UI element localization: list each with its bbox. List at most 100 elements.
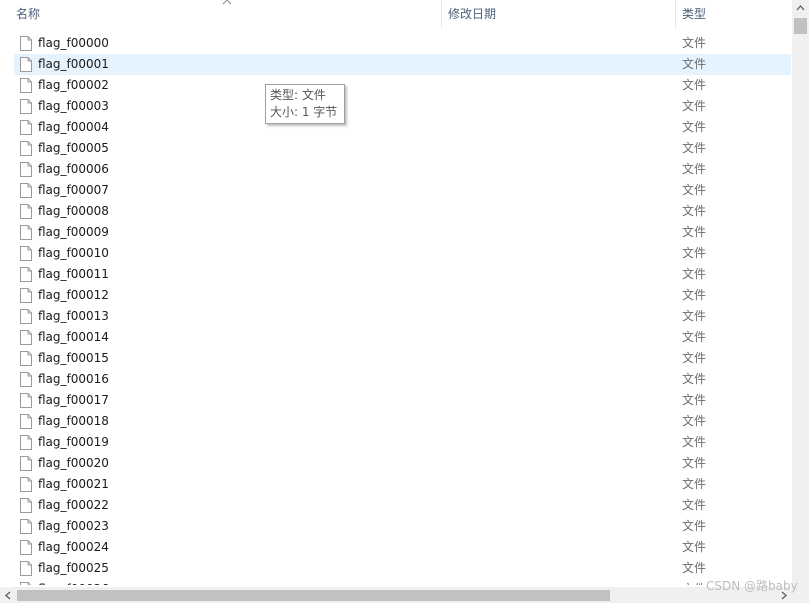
file-type: 文件	[682, 540, 707, 554]
file-tooltip: 类型: 文件 大小: 1 字节	[265, 84, 345, 124]
file-name: flag_f00003	[38, 99, 109, 113]
file-name: flag_f00009	[38, 225, 109, 239]
vertical-scrollbar[interactable]	[792, 0, 809, 587]
column-header-name-label: 名称	[16, 7, 41, 21]
file-row[interactable]: flag_f00005 文件	[14, 138, 791, 159]
scroll-left-arrow-icon[interactable]	[4, 591, 12, 600]
watermark: CSDN @路baby	[706, 579, 798, 593]
file-name: flag_f00019	[38, 435, 109, 449]
tooltip-type-line: 类型: 文件	[270, 88, 326, 102]
file-type: 文件	[682, 183, 707, 197]
column-header-type[interactable]: 类型	[675, 0, 792, 28]
file-icon	[20, 456, 32, 471]
file-row[interactable]: flag_f00001 文件	[14, 54, 791, 75]
file-icon	[20, 141, 32, 156]
file-icon	[20, 351, 32, 366]
file-icon	[20, 561, 32, 576]
file-row[interactable]: flag_f00003 文件	[14, 96, 791, 117]
file-type: 文件	[682, 519, 707, 533]
file-icon	[20, 540, 32, 555]
file-type: 文件	[682, 456, 707, 470]
file-type: 文件	[682, 141, 707, 155]
file-type: 文件	[682, 372, 707, 386]
vertical-scroll-thumb[interactable]	[794, 18, 807, 34]
file-row[interactable]: flag_f00000 文件	[14, 33, 791, 54]
file-name: flag_f00002	[38, 78, 109, 92]
file-name: flag_f00020	[38, 456, 109, 470]
file-icon	[20, 393, 32, 408]
file-row[interactable]: flag_f00013 文件	[14, 306, 791, 327]
file-type: 文件	[682, 414, 707, 428]
file-row[interactable]: flag_f00018 文件	[14, 411, 791, 432]
tooltip-size-line: 大小: 1 字节	[270, 105, 338, 119]
file-icon	[20, 582, 32, 585]
file-type: 文件	[682, 36, 707, 50]
file-name: flag_f00014	[38, 330, 109, 344]
file-type: 文件	[682, 99, 707, 113]
file-type: 文件	[682, 498, 707, 512]
column-header-date[interactable]: 修改日期	[441, 0, 675, 28]
file-row[interactable]: flag_f00004 文件	[14, 117, 791, 138]
file-type: 文件	[682, 351, 707, 365]
file-row[interactable]: flag_f00006 文件	[14, 159, 791, 180]
file-icon	[20, 78, 32, 93]
column-header-bar: 名称 修改日期 类型	[0, 0, 792, 28]
file-icon	[20, 330, 32, 345]
file-row[interactable]: flag_f00020 文件	[14, 453, 791, 474]
file-name: flag_f00010	[38, 246, 109, 260]
file-type: 文件	[682, 330, 707, 344]
file-row[interactable]: flag_f00007 文件	[14, 180, 791, 201]
file-row[interactable]: flag_f00022 文件	[14, 495, 791, 516]
file-name: flag_f00013	[38, 309, 109, 323]
file-icon	[20, 372, 32, 387]
file-type: 文件	[682, 393, 707, 407]
file-name: flag_f00006	[38, 162, 109, 176]
file-row[interactable]: flag_f00025 文件	[14, 558, 791, 579]
file-icon	[20, 162, 32, 177]
file-row[interactable]: flag_f00009 文件	[14, 222, 791, 243]
file-name: flag_f00021	[38, 477, 109, 491]
file-row[interactable]: flag_f00002 文件	[14, 75, 791, 96]
file-type: 文件	[682, 309, 707, 323]
file-type: 文件	[682, 561, 707, 575]
file-row[interactable]: flag_f00014 文件	[14, 327, 791, 348]
file-row[interactable]: flag_f00023 文件	[14, 516, 791, 537]
file-row[interactable]: flag_f00021 文件	[14, 474, 791, 495]
file-type: 文件	[682, 225, 707, 239]
file-type: 文件	[682, 288, 707, 302]
file-icon	[20, 435, 32, 450]
file-name: flag_f00004	[38, 120, 109, 134]
horizontal-scroll-thumb[interactable]	[17, 590, 610, 601]
file-icon	[20, 57, 32, 72]
file-icon	[20, 120, 32, 135]
file-icon	[20, 288, 32, 303]
file-row[interactable]: flag_f00008 文件	[14, 201, 791, 222]
file-type: 文件	[682, 435, 707, 449]
file-row[interactable]: flag_f00026 文件	[14, 579, 791, 585]
file-type: 文件	[682, 246, 707, 260]
file-row[interactable]: flag_f00016 文件	[14, 369, 791, 390]
file-row[interactable]: flag_f00017 文件	[14, 390, 791, 411]
file-icon	[20, 183, 32, 198]
file-row[interactable]: flag_f00019 文件	[14, 432, 791, 453]
file-row[interactable]: flag_f00011 文件	[14, 264, 791, 285]
file-row[interactable]: flag_f00012 文件	[14, 285, 791, 306]
file-name: flag_f00011	[38, 267, 109, 281]
file-name: flag_f00023	[38, 519, 109, 533]
file-row[interactable]: flag_f00010 文件	[14, 243, 791, 264]
file-name: flag_f00012	[38, 288, 109, 302]
file-name: flag_f00022	[38, 498, 109, 512]
file-row[interactable]: flag_f00015 文件	[14, 348, 791, 369]
horizontal-scrollbar[interactable]	[0, 587, 792, 603]
file-row[interactable]: flag_f00024 文件	[14, 537, 791, 558]
file-type: 文件	[682, 78, 707, 92]
sort-ascending-icon	[222, 0, 232, 5]
file-icon	[20, 309, 32, 324]
file-name: flag_f00025	[38, 561, 109, 575]
file-icon	[20, 99, 32, 114]
scroll-up-arrow-icon[interactable]	[796, 4, 805, 12]
file-name: flag_f00026	[38, 579, 109, 585]
file-name: flag_f00007	[38, 183, 109, 197]
file-type: 文件	[682, 162, 707, 176]
file-name: flag_f00001	[38, 57, 109, 71]
